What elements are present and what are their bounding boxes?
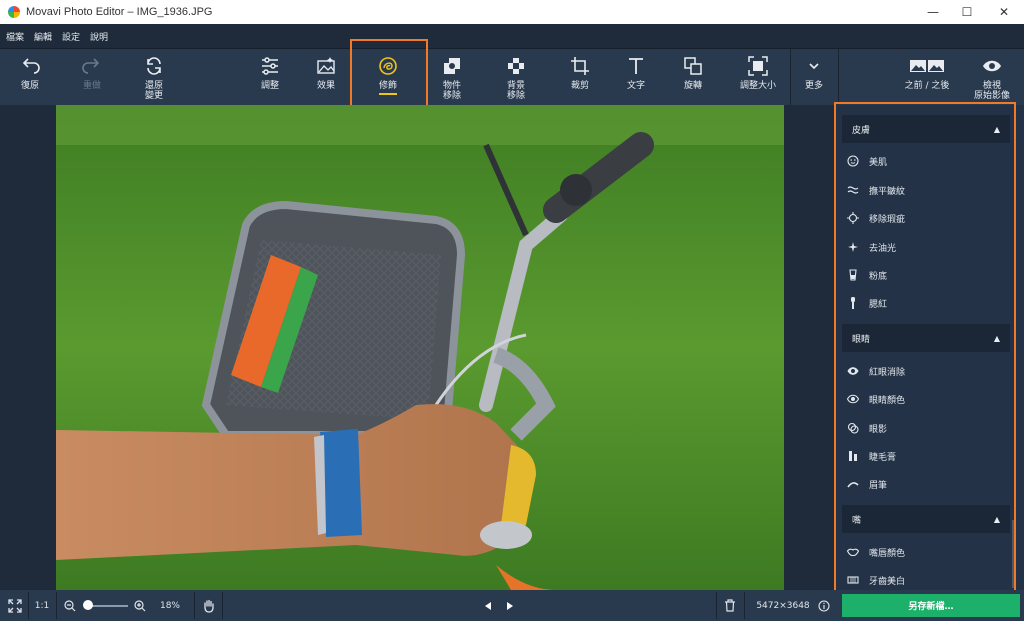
refresh-icon — [143, 55, 165, 77]
zoom-in-button[interactable] — [132, 590, 148, 621]
resize-icon — [747, 55, 769, 77]
menu-file[interactable]: 檔案 — [6, 30, 24, 43]
right-gutter — [784, 105, 836, 590]
app-logo-icon — [8, 6, 20, 18]
rotate-icon — [682, 55, 704, 77]
before-after-icon — [909, 55, 945, 77]
view-original-button[interactable]: 檢視 原始影像 — [966, 49, 1018, 106]
photo-image — [56, 105, 784, 590]
actual-size-button[interactable]: 1:1 — [30, 590, 54, 621]
more-button[interactable]: 更多 — [796, 49, 832, 106]
status-divider — [28, 592, 29, 619]
hand-icon — [202, 599, 216, 613]
zoom-out-icon — [64, 599, 76, 612]
left-gutter — [0, 105, 56, 590]
previous-image-button[interactable] — [480, 590, 496, 621]
next-image-button[interactable] — [502, 590, 518, 621]
object-removal-icon — [441, 55, 463, 77]
rotate-button[interactable]: 旋轉 — [675, 49, 711, 106]
retouch-highlight — [350, 39, 428, 113]
background-removal-icon — [505, 55, 527, 77]
menu-settings[interactable]: 設定 — [62, 30, 80, 43]
title-bar: Movavi Photo Editor – IMG_1936.JPG — ☐ ✕ — [0, 0, 1024, 24]
image-dimensions: 5472×3648 — [756, 600, 810, 611]
menu-bar: 檔案 編輯 設定 說明 — [0, 24, 1024, 48]
zoom-slider-handle[interactable] — [83, 600, 93, 610]
text-button[interactable]: 文字 — [618, 49, 654, 106]
fullscreen-icon — [8, 598, 22, 613]
maximize-button[interactable]: ☐ — [950, 0, 984, 24]
save-as-button[interactable]: 另存新檔… — [842, 594, 1020, 617]
toolbar: 復原 重做 還原 變更 調整 效果 修飾 物件 移除 背景 移除 裁剪 文字 旋… — [0, 48, 1024, 106]
triangle-left-icon — [483, 601, 493, 611]
trash-icon — [724, 599, 736, 612]
photo-canvas[interactable] — [56, 105, 784, 590]
zoom-in-icon — [134, 599, 146, 612]
status-divider — [716, 592, 717, 619]
fit-to-screen-button[interactable] — [4, 590, 26, 621]
toolbar-divider — [790, 49, 791, 106]
delete-button[interactable] — [720, 590, 740, 621]
status-divider — [194, 592, 195, 619]
crop-icon — [569, 55, 591, 77]
status-divider — [222, 592, 223, 619]
info-button[interactable] — [816, 590, 832, 621]
status-divider — [56, 592, 57, 619]
panel-highlight — [834, 102, 1016, 594]
adjust-button[interactable]: 調整 — [252, 49, 288, 106]
sliders-icon — [259, 55, 281, 77]
revert-button[interactable]: 還原 變更 — [134, 49, 174, 106]
zoom-out-button[interactable] — [62, 590, 78, 621]
zoom-slider-track[interactable] — [88, 605, 128, 607]
undo-icon — [19, 55, 41, 77]
text-icon — [625, 55, 647, 77]
zoom-level: 18% — [159, 600, 180, 611]
info-icon — [818, 599, 830, 612]
eye-icon — [981, 55, 1003, 77]
redo-button[interactable]: 重做 — [74, 49, 110, 106]
effects-icon — [315, 55, 337, 77]
crop-button[interactable]: 裁剪 — [562, 49, 598, 106]
undo-button[interactable]: 復原 — [12, 49, 48, 106]
window-title: Movavi Photo Editor – IMG_1936.JPG — [26, 6, 213, 18]
before-after-button[interactable]: 之前 / 之後 — [898, 49, 956, 106]
minimize-button[interactable]: — — [916, 0, 950, 24]
menu-edit[interactable]: 編輯 — [34, 30, 52, 43]
triangle-right-icon — [505, 601, 515, 611]
redo-icon — [81, 55, 103, 77]
toolbar-divider — [838, 49, 839, 106]
menu-help[interactable]: 說明 — [90, 30, 108, 43]
close-button[interactable]: ✕ — [984, 0, 1024, 24]
status-divider — [744, 592, 745, 619]
resize-button[interactable]: 調整大小 — [734, 49, 782, 106]
background-removal-button[interactable]: 背景 移除 — [498, 49, 534, 106]
chevron-down-icon — [803, 55, 825, 77]
object-removal-button[interactable]: 物件 移除 — [434, 49, 470, 106]
hand-tool-button[interactable] — [198, 590, 220, 621]
effects-button[interactable]: 效果 — [308, 49, 344, 106]
